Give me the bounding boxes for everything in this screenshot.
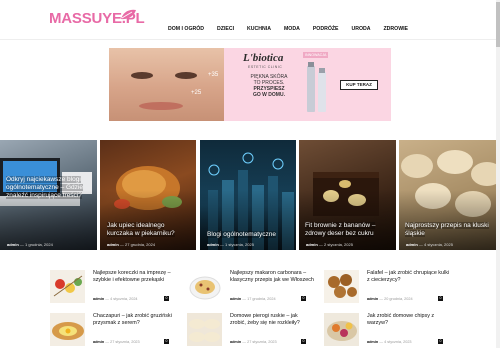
ad-stat-bottom: +25 [191,90,202,96]
tile-overlay [299,190,396,250]
featured-posts: Odkryj najciekawsze blogi ogólnotematycz… [0,140,500,250]
featured-post-tile[interactable]: Jak upiec idealnego kurczaka w piekarnik… [100,140,196,250]
article-card[interactable]: Jak zrobić domowe chipsy z warzyw? admin… [324,313,446,348]
leaf-icon [121,9,136,20]
buy-now-button[interactable]: KUP TERAZ [340,80,378,90]
comment-count[interactable]: 0 [301,339,306,344]
tile-overlay [200,190,296,250]
article-meta: admin — 27 stycznia, 2023 [93,340,140,344]
nav-item-kuchnia[interactable]: KUCHNIA [247,26,271,36]
site-header: MASSUYE.PL DOM I OGRÓD DZIECI KUCHNIA MO… [0,0,500,40]
comment-count[interactable]: 0 [164,296,169,301]
article-title[interactable]: Jak zrobić domowe chipsy z warzyw? [367,313,452,327]
featured-post-tile[interactable]: Blogi ogólnotematyczne admin — 1 styczni… [200,140,296,250]
nav-item-podroze[interactable]: PODRÓŻE [313,26,339,36]
nav-item-zdrowie[interactable]: ZDROWIE [384,26,409,36]
comment-count[interactable]: 0 [301,296,306,301]
ad-brand-subtitle: ESTETIC CLINIC [248,65,283,69]
tile-title: Blogi ogólnotematyczne [207,231,277,238]
tile-title: Najprostszy przepis na kluski śląskie [405,222,489,237]
tile-title: Fit brownie z bananów – zdrowy deser bez… [305,222,376,237]
tile-title: Jak upiec idealnego kurczaka w piekarnik… [107,222,175,237]
page-scrollbar[interactable] [496,0,500,348]
comment-count[interactable]: 0 [438,339,443,344]
main-navigation: DOM I OGRÓD DZIECI KUCHNIA MODA PODRÓŻE … [168,26,421,36]
tile-meta: admin — 4 stycznia, 2025 [406,242,453,247]
scrollbar-thumb[interactable] [496,2,500,47]
ad-brand-name: L'biotica [243,52,284,64]
article-meta: admin — 20 grudnia, 2024 [367,297,413,301]
article-meta: admin — 17 grudnia, 2024 [230,297,276,301]
vegetable-chips-thumbnail [324,313,359,346]
tile-meta: admin — 27 grudnia, 2024 [107,242,156,247]
pierogi-thumbnail [187,313,222,346]
tile-overlay [399,190,500,250]
ad-line-4: GO W DOMU. [253,92,285,98]
article-card[interactable]: Najlepszy makaron carbonara – klasyczny … [187,270,314,306]
article-meta: admin — 4 stycznia, 2023 [367,340,412,344]
tile-meta: admin — 2 stycznia, 2025 [306,242,353,247]
tile-overlay [100,190,196,250]
product-bottles-image [307,62,326,112]
featured-post-tile[interactable]: Fit brownie z bananów – zdrowy deser bez… [299,140,396,250]
falafel-thumbnail [324,270,359,303]
article-card[interactable]: Domowe pierogi ruskie – jak zrobić, żeby… [187,313,309,348]
nav-item-dom-i-ogrod[interactable]: DOM I OGRÓD [168,26,204,36]
article-card[interactable]: Najlepsze koreczki na imprezę – szybkie … [50,270,172,306]
article-title[interactable]: Falafel – jak zrobić chrupiące kulki z c… [367,270,452,284]
article-title[interactable]: Chaczapuri – jak zrobić gruziński przysm… [93,313,178,327]
article-meta: admin — 4 stycznia, 2024 [93,297,138,301]
khachapuri-thumbnail [50,313,85,346]
carbonara-thumbnail [187,270,222,303]
skewers-thumbnail [50,270,85,303]
article-meta: admin — 27 stycznia, 2023 [230,340,277,344]
model-face-image [109,48,224,121]
nav-item-moda[interactable]: MODA [284,26,300,36]
article-title[interactable]: Najlepszy makaron carbonara – klasyczny … [230,270,315,284]
article-card[interactable]: Chaczapuri – jak zrobić gruziński przysm… [50,313,172,348]
featured-post-tile[interactable]: Najprostszy przepis na kluski śląskie ad… [399,140,500,250]
nav-item-uroda[interactable]: URODA [351,26,370,36]
article-card[interactable]: Falafel – jak zrobić chrupiące kulki z c… [324,270,449,306]
featured-post-tile[interactable]: Odkryj najciekawsze blogi ogólnotematycz… [0,140,97,250]
ad-stat-top: +35 [208,72,219,78]
article-title[interactable]: Najlepsze koreczki na imprezę – szybkie … [93,270,178,284]
nav-item-dzieci[interactable]: DZIECI [217,26,234,36]
advertisement-banner[interactable]: +35 +25 L'biotica ESTETIC CLINIC INNOWAC… [109,48,391,121]
tile-title: Odkryj najciekawsze blogi ogólnotematycz… [6,176,83,199]
tile-meta: admin — 1 stycznia, 2025 [207,242,254,247]
tile-meta: admin — 1 grudnia, 2024 [7,242,53,247]
comment-count[interactable]: 0 [164,339,169,344]
comment-count[interactable]: 0 [438,296,443,301]
article-title[interactable]: Domowe pierogi ruskie – jak zrobić, żeby… [230,313,315,327]
